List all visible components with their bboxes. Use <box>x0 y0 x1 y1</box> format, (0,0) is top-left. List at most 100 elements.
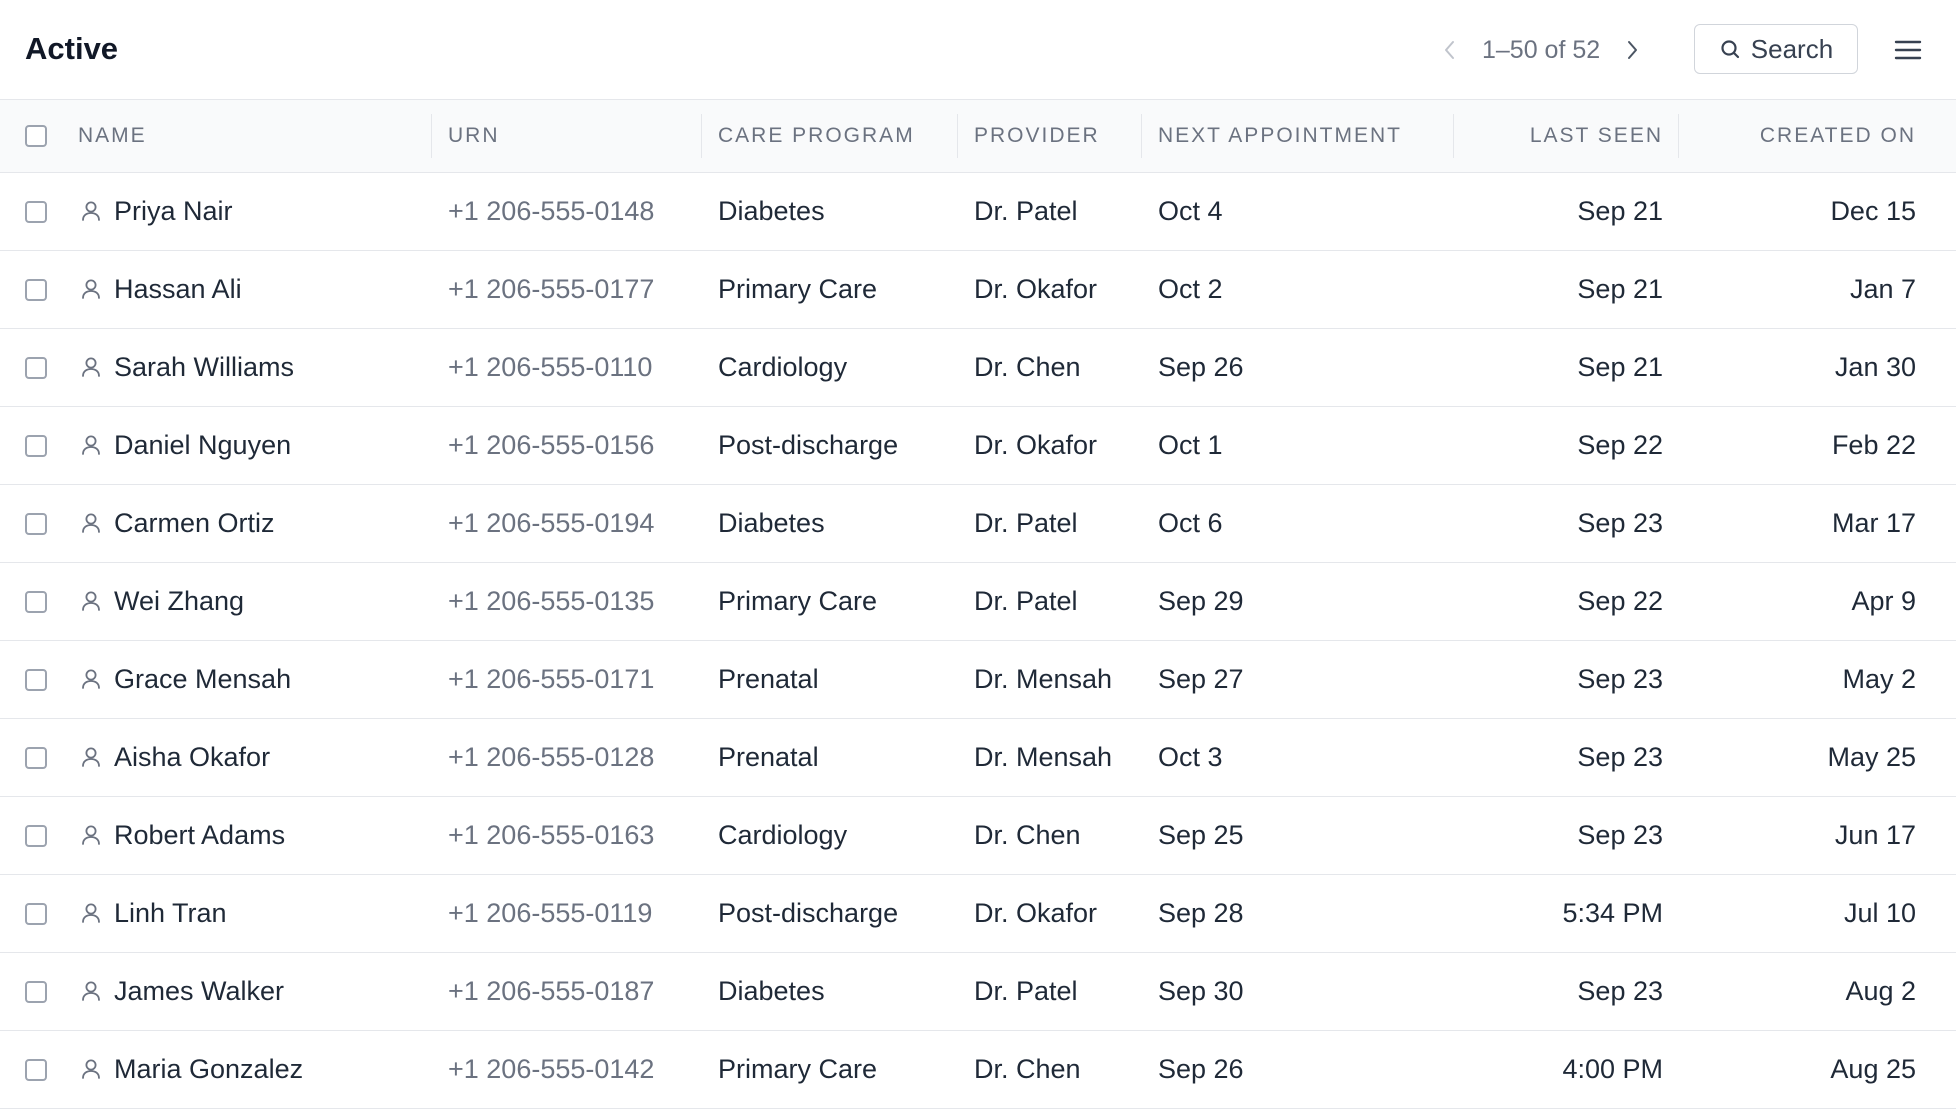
next-appointment-cell: Sep 26 <box>1142 1030 1454 1109</box>
last-seen-cell: 5:34 PM <box>1454 874 1679 953</box>
last-seen-cell: Sep 21 <box>1454 250 1679 329</box>
next-appointment-cell: Sep 26 <box>1142 328 1454 407</box>
row-select-cell <box>0 562 66 641</box>
patient-name[interactable]: Grace Mensah <box>114 664 291 695</box>
row-select-cell <box>0 1030 66 1109</box>
created-on-cell: Jun 17 <box>1679 796 1956 875</box>
row-checkbox[interactable] <box>25 201 47 224</box>
last-seen-cell: Sep 23 <box>1454 796 1679 875</box>
next-appointment-cell: Oct 4 <box>1142 172 1454 251</box>
row-select-cell <box>0 250 66 329</box>
search-button[interactable]: Search <box>1694 24 1858 74</box>
name-cell: Maria Gonzalez <box>66 1030 432 1109</box>
last-seen-cell: Sep 21 <box>1454 328 1679 407</box>
next-page-button[interactable] <box>1612 30 1652 70</box>
row-checkbox[interactable] <box>25 513 47 536</box>
person-icon <box>78 510 104 536</box>
row-checkbox[interactable] <box>25 591 47 614</box>
patient-name[interactable]: Linh Tran <box>114 898 227 929</box>
row-select-cell <box>0 406 66 485</box>
table-row[interactable]: Grace Mensah +1 206-555-0171 Prenatal Dr… <box>0 640 1956 719</box>
table-row[interactable]: James Walker +1 206-555-0187 Diabetes Dr… <box>0 952 1956 1031</box>
table-row[interactable]: Maria Gonzalez +1 206-555-0142 Primary C… <box>0 1030 1956 1109</box>
column-header-created-on[interactable]: CREATED ON <box>1679 100 1956 173</box>
table-row[interactable]: Carmen Ortiz +1 206-555-0194 Diabetes Dr… <box>0 484 1956 563</box>
created-on-cell: Aug 2 <box>1679 952 1956 1031</box>
name-cell: Grace Mensah <box>66 640 432 719</box>
select-all-checkbox[interactable] <box>25 125 47 148</box>
row-checkbox[interactable] <box>25 903 47 926</box>
menu-button[interactable] <box>1890 30 1926 70</box>
created-on-cell: Jan 30 <box>1679 328 1956 407</box>
search-icon <box>1721 40 1739 59</box>
row-checkbox[interactable] <box>25 747 47 770</box>
table-header: NAME URN CARE PROGRAM PROVIDER NEXT APPO… <box>0 100 1956 173</box>
patient-name[interactable]: Wei Zhang <box>114 586 244 617</box>
table-row[interactable]: Robert Adams +1 206-555-0163 Cardiology … <box>0 796 1956 875</box>
care-program-cell: Diabetes <box>702 484 958 563</box>
next-appointment-cell: Sep 30 <box>1142 952 1454 1031</box>
name-cell: Sarah Williams <box>66 328 432 407</box>
care-program-cell: Cardiology <box>702 328 958 407</box>
last-seen-cell: Sep 23 <box>1454 718 1679 797</box>
header-row: NAME URN CARE PROGRAM PROVIDER NEXT APPO… <box>0 100 1956 173</box>
row-checkbox[interactable] <box>25 825 47 848</box>
row-select-cell <box>0 172 66 251</box>
row-checkbox[interactable] <box>25 279 47 302</box>
next-appointment-cell: Sep 27 <box>1142 640 1454 719</box>
row-checkbox[interactable] <box>25 1059 47 1082</box>
care-program-cell: Diabetes <box>702 172 958 251</box>
patient-name[interactable]: Carmen Ortiz <box>114 508 275 539</box>
patient-name[interactable]: Sarah Williams <box>114 352 294 383</box>
last-seen-cell: 4:00 PM <box>1454 1030 1679 1109</box>
urn-cell: +1 206-555-0119 <box>432 874 702 953</box>
name-cell: Hassan Ali <box>66 250 432 329</box>
row-select-cell <box>0 640 66 719</box>
urn-cell: +1 206-555-0156 <box>432 406 702 485</box>
last-seen-cell: Sep 22 <box>1454 562 1679 641</box>
table-row[interactable]: Aisha Okafor +1 206-555-0128 Prenatal Dr… <box>0 718 1956 797</box>
urn-cell: +1 206-555-0142 <box>432 1030 702 1109</box>
row-checkbox[interactable] <box>25 669 47 692</box>
table-row[interactable]: Priya Nair +1 206-555-0148 Diabetes Dr. … <box>0 172 1956 251</box>
table-row[interactable]: Wei Zhang +1 206-555-0135 Primary Care D… <box>0 562 1956 641</box>
column-header-urn[interactable]: URN <box>432 100 702 173</box>
prev-page-button[interactable] <box>1430 30 1470 70</box>
column-header-next-appointment[interactable]: NEXT APPOINTMENT <box>1142 100 1454 173</box>
created-on-cell: May 25 <box>1679 718 1956 797</box>
patient-name[interactable]: James Walker <box>114 976 284 1007</box>
provider-cell: Dr. Mensah <box>958 718 1142 797</box>
person-icon <box>78 978 104 1004</box>
menu-icon <box>1894 40 1922 60</box>
provider-cell: Dr. Patel <box>958 562 1142 641</box>
urn-cell: +1 206-555-0194 <box>432 484 702 563</box>
table-row[interactable]: Sarah Williams +1 206-555-0110 Cardiolog… <box>0 328 1956 407</box>
table-row[interactable]: Linh Tran +1 206-555-0119 Post-discharge… <box>0 874 1956 953</box>
row-select-cell <box>0 874 66 953</box>
chevron-left-icon <box>1445 41 1454 59</box>
row-checkbox[interactable] <box>25 357 47 380</box>
column-header-care-program[interactable]: CARE PROGRAM <box>702 100 958 173</box>
column-header-name[interactable]: NAME <box>66 100 432 173</box>
table-row[interactable]: Daniel Nguyen +1 206-555-0156 Post-disch… <box>0 406 1956 485</box>
provider-cell: Dr. Chen <box>958 328 1142 407</box>
patient-name[interactable]: Aisha Okafor <box>114 742 270 773</box>
row-checkbox[interactable] <box>25 981 47 1004</box>
person-icon <box>78 276 104 302</box>
patient-name[interactable]: Daniel Nguyen <box>114 430 291 461</box>
patient-name[interactable]: Hassan Ali <box>114 274 242 305</box>
patient-name[interactable]: Robert Adams <box>114 820 285 851</box>
search-button-label: Search <box>1750 33 1834 64</box>
select-all-cell <box>0 100 66 173</box>
care-program-cell: Prenatal <box>702 640 958 719</box>
care-program-cell: Prenatal <box>702 718 958 797</box>
name-cell: Daniel Nguyen <box>66 406 432 485</box>
table-row[interactable]: Hassan Ali +1 206-555-0177 Primary Care … <box>0 250 1956 329</box>
column-header-last-seen[interactable]: LAST SEEN <box>1454 100 1679 173</box>
person-icon <box>78 666 104 692</box>
urn-cell: +1 206-555-0177 <box>432 250 702 329</box>
row-checkbox[interactable] <box>25 435 47 458</box>
patient-name[interactable]: Priya Nair <box>114 196 233 227</box>
urn-cell: +1 206-555-0171 <box>432 640 702 719</box>
column-header-provider[interactable]: PROVIDER <box>958 100 1142 173</box>
